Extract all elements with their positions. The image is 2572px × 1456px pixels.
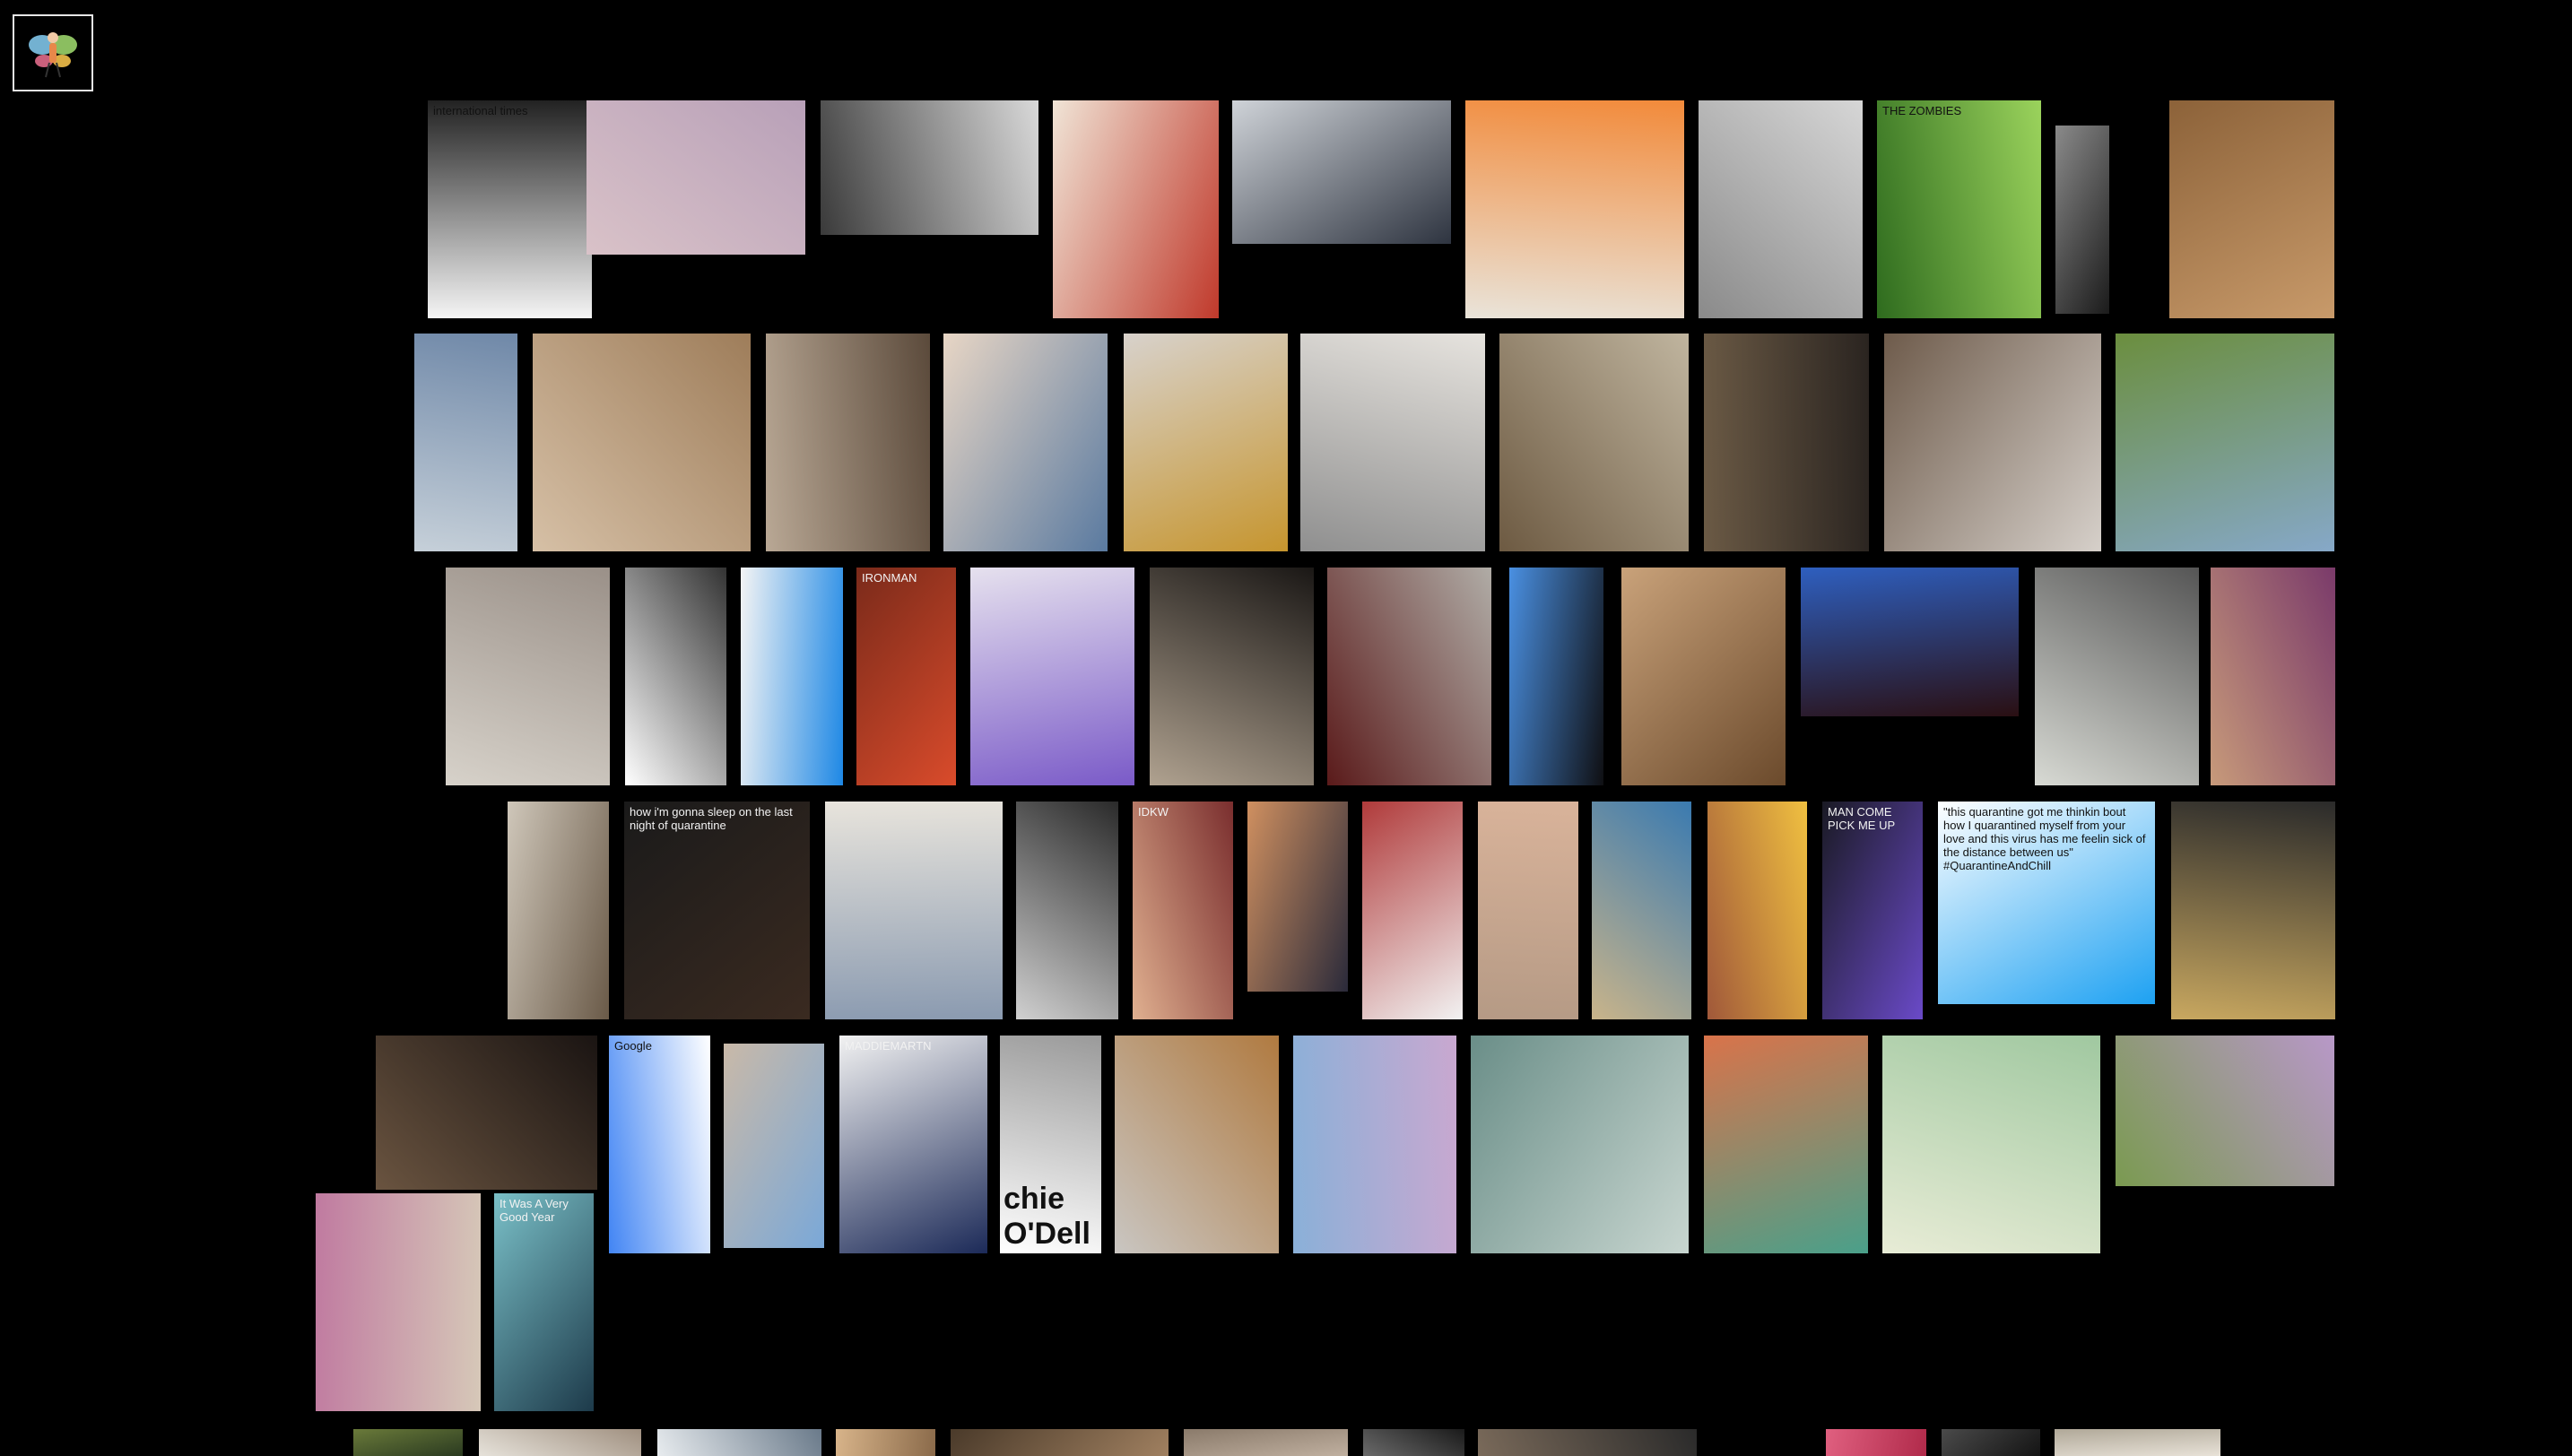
- tile-caption: IDKW: [1138, 805, 1169, 819]
- photo-tile[interactable]: chie O'Dell: [1000, 1036, 1101, 1253]
- photo-tile[interactable]: THE ZOMBIES: [1877, 100, 2041, 318]
- photo-tile[interactable]: [1363, 1429, 1464, 1456]
- photo-tile[interactable]: [2169, 100, 2334, 318]
- photo-tile[interactable]: [1592, 802, 1691, 1019]
- tile-caption: chie O'Dell: [1004, 1182, 1090, 1251]
- tile-caption: THE ZOMBIES: [1882, 104, 1962, 117]
- photo-tile[interactable]: [1465, 100, 1684, 318]
- photo-tile[interactable]: [1293, 1036, 1456, 1253]
- photo-tile[interactable]: [1882, 1036, 2100, 1253]
- photo-tile[interactable]: [970, 568, 1134, 785]
- photo-tile[interactable]: [1300, 334, 1485, 551]
- photo-tile[interactable]: [821, 100, 1038, 235]
- tile-caption: "this quarantine got me thinkin bout how…: [1943, 805, 2146, 872]
- tile-caption: how i'm gonna sleep on the last night of…: [630, 805, 793, 832]
- photo-tile[interactable]: [446, 568, 610, 785]
- tile-caption: MADDIEMARTN: [845, 1039, 932, 1053]
- photo-tile[interactable]: IDKW: [1133, 802, 1233, 1019]
- photo-tile[interactable]: [1327, 568, 1491, 785]
- photo-tile[interactable]: [1115, 1036, 1279, 1253]
- photo-tile[interactable]: It Was A Very Good Year: [494, 1193, 594, 1411]
- tile-caption: IRONMAN: [862, 571, 917, 585]
- tile-caption: MAN COME PICK ME UP: [1828, 805, 1896, 832]
- photo-tile[interactable]: [1478, 802, 1578, 1019]
- tile-caption: international times: [433, 104, 528, 117]
- photo-tile[interactable]: [1942, 1429, 2040, 1456]
- photo-tile[interactable]: [1232, 100, 1451, 244]
- photo-tile[interactable]: [2055, 1429, 2220, 1456]
- photo-tile[interactable]: [1621, 568, 1786, 785]
- photo-tile[interactable]: [1124, 334, 1288, 551]
- tile-caption: It Was A Very Good Year: [500, 1197, 569, 1224]
- fairy-icon: [29, 32, 77, 78]
- photo-tile[interactable]: [1704, 1036, 1868, 1253]
- photo-tile[interactable]: [316, 1193, 481, 1411]
- photo-tile[interactable]: [951, 1429, 1169, 1456]
- photo-tile[interactable]: "this quarantine got me thinkin bout how…: [1938, 802, 2155, 1004]
- photo-tile[interactable]: [353, 1429, 463, 1456]
- photo-tile[interactable]: [2211, 568, 2335, 785]
- photo-tile[interactable]: [1053, 100, 1219, 318]
- photo-tile[interactable]: [1826, 1429, 1926, 1456]
- photo-tile[interactable]: [508, 802, 609, 1019]
- photo-tile[interactable]: MAN COME PICK ME UP: [1822, 802, 1923, 1019]
- photo-tile[interactable]: [766, 334, 930, 551]
- photo-tile[interactable]: [1362, 802, 1463, 1019]
- photo-tile[interactable]: [1884, 334, 2101, 551]
- photo-tile[interactable]: [2116, 1036, 2334, 1186]
- photo-tile[interactable]: [724, 1044, 824, 1248]
- photo-tile[interactable]: [943, 334, 1108, 551]
- photo-tile[interactable]: [836, 1429, 935, 1456]
- photo-tile[interactable]: [625, 568, 726, 785]
- photo-tile[interactable]: [587, 100, 805, 255]
- photo-tile[interactable]: [479, 1429, 641, 1456]
- photo-tile[interactable]: how i'm gonna sleep on the last night of…: [624, 802, 810, 1019]
- photo-tile[interactable]: [2035, 568, 2199, 785]
- photo-tile[interactable]: [376, 1036, 597, 1190]
- photo-tile[interactable]: [657, 1429, 821, 1456]
- photo-tile[interactable]: [1499, 334, 1689, 551]
- photo-tile[interactable]: [2171, 802, 2335, 1019]
- photo-tile[interactable]: international times: [428, 100, 592, 318]
- tile-caption: Google: [614, 1039, 652, 1053]
- photo-tile[interactable]: [1471, 1036, 1689, 1253]
- photo-tile[interactable]: [1509, 568, 1603, 785]
- photo-tile[interactable]: [1247, 802, 1348, 992]
- photo-tile[interactable]: [1478, 1429, 1697, 1456]
- photo-tile[interactable]: [1150, 568, 1314, 785]
- photo-tile[interactable]: MADDIEMARTN: [839, 1036, 987, 1253]
- photo-tile[interactable]: IRONMAN: [856, 568, 956, 785]
- photo-tile[interactable]: [414, 334, 517, 551]
- photo-tile[interactable]: [741, 568, 843, 785]
- photo-tile[interactable]: [1184, 1429, 1348, 1456]
- photo-tile[interactable]: [825, 802, 1003, 1019]
- photo-tile[interactable]: [2055, 126, 2109, 314]
- photo-tile[interactable]: [1704, 334, 1869, 551]
- photo-tile[interactable]: [1016, 802, 1118, 1019]
- photo-tile[interactable]: [1801, 568, 2019, 716]
- photo-tile[interactable]: [1699, 100, 1863, 318]
- site-logo[interactable]: [13, 14, 93, 91]
- photo-tile[interactable]: [533, 334, 751, 551]
- photo-tile[interactable]: [2116, 334, 2334, 551]
- photo-tile[interactable]: [1707, 802, 1807, 1019]
- photo-tile[interactable]: Google: [609, 1036, 710, 1253]
